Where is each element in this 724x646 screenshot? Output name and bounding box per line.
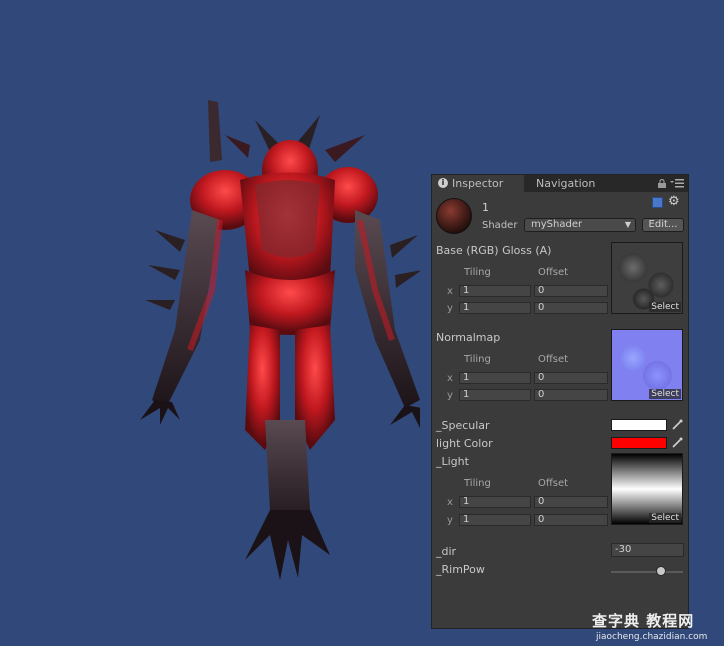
eyedropper-icon[interactable] (671, 437, 683, 449)
light-offset-header: Offset (538, 478, 569, 489)
specular-label: _Specular (436, 419, 490, 432)
eyedropper-icon[interactable] (671, 419, 683, 431)
tab-inspector[interactable]: i Inspector (432, 175, 524, 192)
light-texture-label: _Light (436, 455, 469, 468)
rimpow-label: _RimPow (436, 563, 485, 576)
base-offset-x-field[interactable]: 0 (534, 285, 608, 297)
light-tiling-header: Tiling (464, 478, 491, 489)
base-tiling-header: Tiling (464, 267, 491, 278)
normalmap-select-button[interactable]: Select (649, 389, 681, 399)
specular-color-swatch[interactable] (611, 419, 667, 431)
shader-dropdown[interactable]: myShader ▼ (524, 218, 636, 232)
tab-inspector-label: Inspector (452, 177, 504, 190)
rimpow-slider-thumb[interactable] (656, 566, 667, 576)
gear-icon[interactable]: ⚙ (668, 195, 680, 209)
base-texture-label: Base (RGB) Gloss (A) (436, 244, 552, 257)
normal-offset-y-field[interactable]: 0 (534, 389, 608, 401)
shader-dropdown-value: myShader (531, 219, 583, 230)
base-tiling-x-field[interactable]: 1 (459, 285, 531, 297)
material-name: 1 (482, 201, 489, 214)
normal-tiling-x-field[interactable]: 1 (459, 372, 531, 384)
inspector-panel: i Inspector Navigation 1 ⚙ Shader myShad… (431, 174, 689, 629)
base-texture-select-button[interactable]: Select (649, 302, 681, 312)
dir-value-field[interactable]: -30 (611, 543, 684, 557)
base-tiling-y-field[interactable]: 1 (459, 302, 531, 314)
light-x-label: x (447, 497, 453, 508)
demon-character-model (140, 100, 420, 580)
dir-label: _dir (436, 545, 457, 558)
watermark: 查字典 教程网 jiaocheng.chazidian.com (592, 610, 722, 644)
light-color-swatch[interactable] (611, 437, 667, 449)
light-texture-slot[interactable]: Select (611, 453, 683, 525)
normal-x-label: x (447, 373, 453, 384)
help-icon[interactable] (652, 197, 663, 208)
shader-label: Shader (482, 220, 518, 231)
tab-navigation-label: Navigation (536, 177, 596, 190)
light-tiling-x-field[interactable]: 1 (459, 496, 531, 508)
material-preview-sphere (436, 198, 472, 234)
edit-shader-button[interactable]: Edit... (642, 218, 684, 232)
base-offset-y-field[interactable]: 0 (534, 302, 608, 314)
light-texture-select-button[interactable]: Select (649, 513, 681, 523)
light-tiling-y-field[interactable]: 1 (459, 514, 531, 526)
info-icon: i (438, 178, 448, 188)
chevron-down-icon: ▼ (624, 220, 631, 229)
base-x-label: x (447, 286, 453, 297)
light-offset-x-field[interactable]: 0 (534, 496, 608, 508)
base-y-label: y (447, 303, 453, 314)
watermark-main-text: 查字典 教程网 (592, 612, 695, 630)
watermark-url-text: jiaocheng.chazidian.com (596, 632, 708, 642)
normal-tiling-header: Tiling (464, 354, 491, 365)
tab-navigation[interactable]: Navigation (528, 175, 618, 192)
normal-tiling-y-field[interactable]: 1 (459, 389, 531, 401)
light-color-label: light Color (436, 437, 493, 450)
tab-bar: i Inspector Navigation (432, 175, 688, 192)
base-offset-header: Offset (538, 267, 569, 278)
normalmap-label: Normalmap (436, 331, 501, 344)
normalmap-texture-slot[interactable]: Select (611, 329, 683, 401)
normal-offset-x-field[interactable]: 0 (534, 372, 608, 384)
rimpow-slider-track[interactable] (611, 571, 683, 573)
normal-offset-header: Offset (538, 354, 569, 365)
normal-y-label: y (447, 390, 453, 401)
light-y-label: y (447, 515, 453, 526)
base-texture-slot[interactable]: Select (611, 242, 683, 314)
lock-icon[interactable] (658, 179, 666, 188)
light-offset-y-field[interactable]: 0 (534, 514, 608, 526)
menu-icon[interactable] (670, 178, 684, 189)
